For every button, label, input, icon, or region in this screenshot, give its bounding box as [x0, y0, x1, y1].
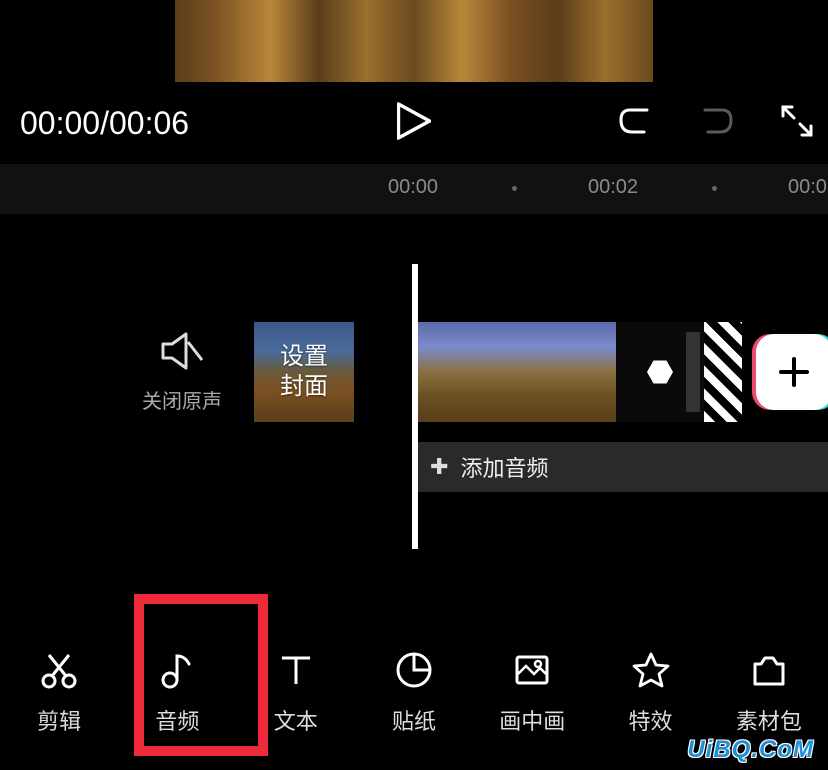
tool-label: 剪辑	[0, 704, 118, 736]
tool-label: 画中画	[473, 704, 591, 736]
ruler-dot	[712, 186, 717, 191]
tool-label: 贴纸	[355, 704, 473, 736]
plus-icon: ✚	[430, 454, 448, 480]
speaker-mute-icon	[160, 332, 204, 370]
tool-audio[interactable]: 音频	[118, 648, 236, 736]
video-clip[interactable]	[418, 322, 516, 422]
hexagon-icon	[647, 359, 673, 385]
bottom-toolbar: 剪辑 音频 文本 贴纸 画中画 特效 素材包	[0, 644, 828, 740]
tool-label: 素材包	[710, 704, 828, 736]
add-clip-button[interactable]	[756, 334, 828, 410]
timeline: 关闭原声 设置封面 ✚ 添加音频	[0, 264, 828, 549]
music-note-icon	[118, 648, 236, 692]
text-icon	[237, 648, 355, 692]
set-cover-button[interactable]: 设置封面	[254, 322, 354, 422]
mute-label: 关闭原声	[142, 385, 222, 414]
video-clip[interactable]	[616, 322, 704, 422]
watermark: UiBQ.CoM	[687, 736, 814, 764]
ruler-mark-2: 00:0	[788, 176, 827, 199]
scissors-icon	[0, 648, 118, 692]
tool-label: 文本	[237, 704, 355, 736]
tool-effect[interactable]: 特效	[591, 648, 709, 736]
time-ruler[interactable]: 00:00 00:02 00:0	[0, 164, 828, 214]
video-clip[interactable]	[704, 322, 742, 422]
mute-original-button[interactable]: 关闭原声	[142, 332, 222, 414]
tool-text[interactable]: 文本	[237, 648, 355, 736]
tool-label: 音频	[118, 704, 236, 736]
ruler-mark-1: 00:02	[588, 176, 638, 199]
star-icon	[591, 648, 709, 692]
tool-label: 特效	[591, 704, 709, 736]
add-audio-track[interactable]: ✚ 添加音频	[418, 442, 828, 492]
video-clip[interactable]	[516, 322, 616, 422]
add-audio-label: 添加音频	[460, 451, 548, 483]
fullscreen-button[interactable]	[780, 104, 814, 143]
ruler-mark-0: 00:00	[388, 176, 438, 199]
tool-cut[interactable]: 剪辑	[0, 648, 118, 736]
ruler-dot	[512, 186, 517, 191]
pip-icon	[473, 648, 591, 692]
sticker-icon	[355, 648, 473, 692]
plus-icon	[777, 355, 811, 389]
playback-bar: 00:00/00:06	[0, 98, 828, 148]
tool-pip[interactable]: 画中画	[473, 648, 591, 736]
material-icon	[710, 648, 828, 692]
play-button[interactable]	[397, 102, 431, 145]
video-preview[interactable]: 暖	[175, 0, 653, 82]
undo-button[interactable]	[618, 105, 654, 142]
current-time: 00:00	[20, 105, 100, 141]
cover-label: 设置封面	[280, 342, 328, 402]
total-time: 00:06	[109, 105, 189, 141]
tool-material[interactable]: 素材包	[710, 648, 828, 736]
redo-button[interactable]	[698, 105, 734, 142]
tool-sticker[interactable]: 贴纸	[355, 648, 473, 736]
time-display: 00:00/00:06	[20, 105, 189, 142]
add-clip-wrap	[744, 322, 828, 422]
